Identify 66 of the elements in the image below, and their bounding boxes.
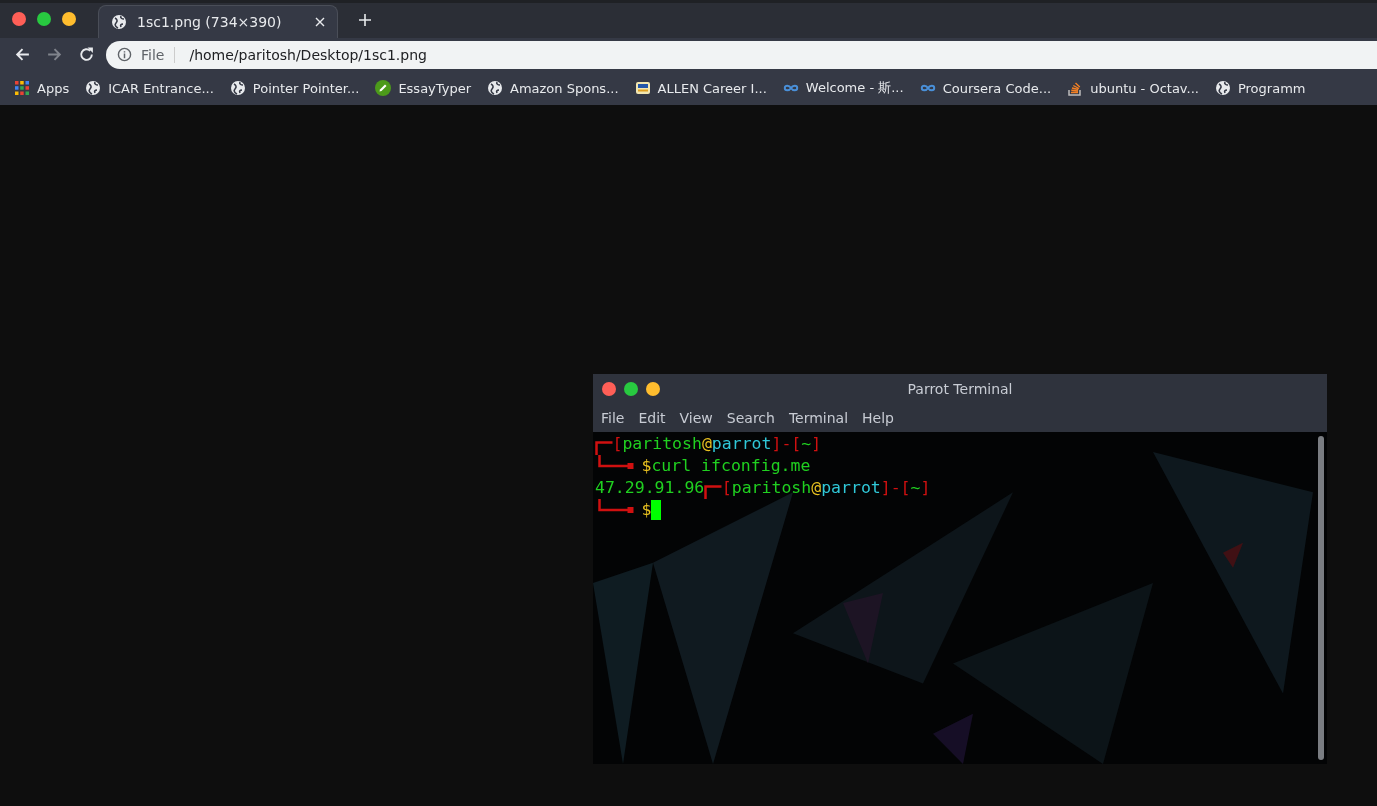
new-tab-icon[interactable]: [358, 13, 372, 27]
terminal-text: paritosh: [731, 477, 812, 499]
bookmark[interactable]: ICAR Entrance...: [85, 80, 214, 96]
bookmark[interactable]: ALLEN Career I...: [634, 80, 767, 96]
terminal-text: $: [641, 499, 652, 521]
bookmark[interactable]: Amazon Spons...: [487, 80, 619, 96]
reload-icon[interactable]: [78, 46, 95, 63]
info-icon: [117, 47, 132, 62]
menu-item[interactable]: Search: [726, 410, 775, 426]
menu-item[interactable]: View: [679, 410, 713, 426]
terminal-text: parrot: [821, 477, 881, 499]
scheme-label: File: [141, 46, 176, 63]
prompt-corner-icon: [595, 440, 613, 455]
globe-icon: [111, 14, 127, 30]
badge-icon: [634, 80, 651, 96]
scrollbar[interactable]: [1318, 436, 1324, 760]
globe-icon: [229, 80, 246, 96]
bookmark[interactable]: Apps: [14, 80, 70, 96]
globe-icon: [487, 80, 503, 96]
back-icon[interactable]: [14, 46, 31, 63]
terminal-text: parrot: [711, 433, 772, 455]
terminal-text: ]-[: [771, 433, 802, 455]
maximize-window-button[interactable]: [37, 12, 51, 26]
terminal-text: @: [701, 433, 712, 455]
menu-item[interactable]: Terminal: [788, 410, 849, 426]
bookmark[interactable]: Coursera Code...: [919, 80, 1052, 96]
bookmark[interactable]: ubuntu - Octav...: [1067, 80, 1199, 96]
menu-item[interactable]: Help: [862, 410, 894, 426]
pencil-icon: [375, 80, 392, 96]
terminal-text: @: [811, 477, 822, 499]
bookmark[interactable]: Programm: [1214, 80, 1306, 96]
bookmark[interactable]: Welcome - 斯...: [782, 79, 904, 97]
close-window-button[interactable]: [12, 12, 26, 26]
bookmark[interactable]: Pointer Pointer...: [229, 80, 360, 96]
window-title: Parrot Terminal: [907, 381, 1013, 397]
close-window-button[interactable]: [602, 382, 616, 396]
menu-item[interactable]: File: [601, 410, 625, 426]
prompt-arrow-icon: [598, 499, 634, 513]
forward-icon[interactable]: [46, 46, 63, 63]
minimize-window-button[interactable]: [646, 382, 660, 396]
terminal-text: 47.29.91.96: [595, 477, 705, 499]
globe-icon: [1214, 80, 1231, 96]
terminal-text: [: [721, 477, 732, 499]
bookmark[interactable]: EssayTyper: [375, 80, 471, 96]
text-cursor: [651, 500, 662, 520]
terminal-text: paritosh: [622, 433, 702, 455]
browser-tab[interactable]: 1sc1.png (734×390): [98, 5, 338, 38]
prompt-arrow-icon: [598, 455, 634, 469]
terminal-text: ~: [801, 433, 812, 455]
address-bar[interactable]: File /home/paritosh/Desktop/1sc1.png: [106, 40, 1377, 69]
close-tab-icon[interactable]: [315, 17, 325, 27]
terminal-text: ~: [910, 477, 921, 499]
url-text: /home/paritosh/Desktop/1sc1.png: [189, 46, 427, 63]
maximize-window-button[interactable]: [624, 382, 638, 396]
apps-grid-icon: [14, 80, 30, 96]
globe-icon: [85, 80, 102, 96]
stacked-lines-icon: [1067, 80, 1084, 96]
terminal-text: $: [641, 455, 652, 477]
prompt-corner-icon: [704, 484, 722, 499]
terminal-text: [: [612, 433, 623, 455]
terminal-text: curl ifconfig.me: [651, 455, 811, 477]
minimize-window-button[interactable]: [62, 12, 76, 26]
terminal-text: ]: [811, 433, 822, 455]
terminal-text: ]-[: [880, 477, 911, 499]
terminal-text: ]: [920, 477, 931, 499]
menu-item[interactable]: Edit: [638, 410, 666, 426]
